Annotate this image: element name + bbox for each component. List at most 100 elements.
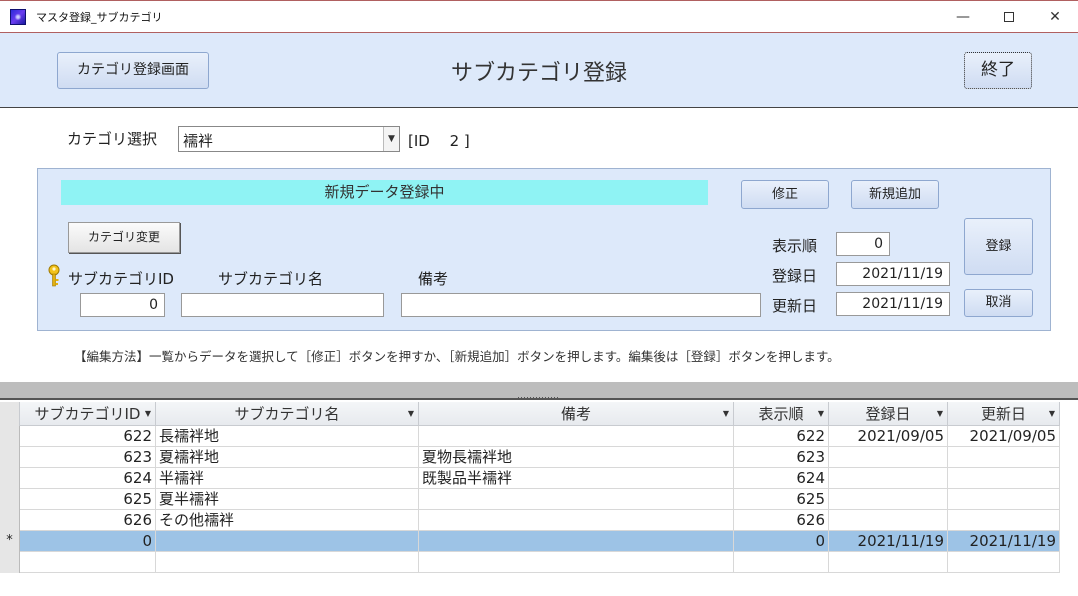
cell-subcategory-name[interactable]: 夏半襦袢 [156,489,419,510]
cell-empty [156,552,419,573]
sort-arrow-icon[interactable]: ▼ [1049,402,1055,426]
cell-update-date[interactable] [948,468,1060,489]
subcategory-datasheet: サブカテゴリID ▼ サブカテゴリ名 ▼ 備考 ▼ 表示順 ▼ 登録日 ▼ 更新日 ▼ 62… [0,402,1078,596]
app-icon [10,9,26,25]
column-header-subcategory-id[interactable]: サブカテゴリID ▼ [20,402,156,426]
page-title: サブカテゴリ登録 [450,61,627,86]
note-field[interactable] [401,293,761,317]
splitter-bar[interactable] [0,382,1078,400]
sort-arrow-icon[interactable]: ▼ [937,402,943,426]
table-row[interactable]: 622 長襦袢地 622 2021/09/05 2021/09/05 [0,426,1060,447]
cell-subcategory-name[interactable]: 長襦袢地 [156,426,419,447]
register-button[interactable]: 登録 [964,218,1033,275]
cell-subcategory-name[interactable]: 半襦袢 [156,468,419,489]
note-label: 備考 [418,270,449,288]
cell-note[interactable] [419,531,734,552]
register-date-field[interactable]: 2021/11/19 [836,262,950,286]
sort-arrow-icon[interactable]: ▼ [145,402,151,426]
cell-register-date[interactable] [829,489,948,510]
table-row-new-record[interactable]: * 0 0 2021/11/19 2021/11/19 [0,531,1060,552]
category-select[interactable]: 襦袢 ▼ [178,126,400,152]
column-header-register-date[interactable]: 登録日 ▼ [829,402,948,426]
category-label: カテゴリ選択 [67,130,158,148]
change-category-button[interactable]: カテゴリ変更 [68,222,180,253]
help-text: 【編集方法】一覧からデータを選択して［修正］ボタンを押すか、［新規追加］ボタンを… [74,349,840,364]
record-selector[interactable] [0,510,20,531]
cell-subcategory-id[interactable]: 625 [20,489,156,510]
column-header-subcategory-name[interactable]: サブカテゴリ名 ▼ [156,402,419,426]
cell-register-date[interactable] [829,510,948,531]
header-band: カテゴリ登録画面 サブカテゴリ登録 終了 [0,32,1078,108]
column-header-note[interactable]: 備考 ▼ [419,402,734,426]
subcategory-id-label: サブカテゴリID [68,270,174,288]
edit-panel: 新規データ登録中 修正 新規追加 カテゴリ変更 サブカテゴリID サブカテゴリ名… [37,168,1051,331]
cell-update-date[interactable] [948,510,1060,531]
cell-subcategory-id[interactable]: 624 [20,468,156,489]
cell-update-date[interactable] [948,489,1060,510]
subcategory-name-field[interactable] [181,293,384,317]
table-row[interactable]: 625 夏半襦袢 625 [0,489,1060,510]
cell-note[interactable]: 夏物長襦袢地 [419,447,734,468]
dropdown-arrow-icon[interactable]: ▼ [383,127,399,151]
table-row[interactable]: 623 夏襦袢地 夏物長襦袢地 623 [0,447,1060,468]
status-banner: 新規データ登録中 [61,180,708,205]
cell-note[interactable] [419,510,734,531]
sort-arrow-icon[interactable]: ▼ [818,402,824,426]
cell-register-date[interactable] [829,468,948,489]
edit-button[interactable]: 修正 [741,180,829,209]
cell-note[interactable] [419,426,734,447]
cell-subcategory-id[interactable]: 622 [20,426,156,447]
sort-arrow-icon[interactable]: ▼ [408,402,414,426]
cell-update-date[interactable]: 2021/09/05 [948,426,1060,447]
end-button[interactable]: 終了 [964,52,1032,89]
cell-empty [419,552,734,573]
table-row-empty [0,552,1060,573]
table-row[interactable]: 624 半襦袢 既製品半襦袢 624 [0,468,1060,489]
datasheet-header: サブカテゴリID ▼ サブカテゴリ名 ▼ 備考 ▼ 表示順 ▼ 登録日 ▼ 更新日 ▼ [0,402,1060,426]
cell-display-order[interactable]: 626 [734,510,829,531]
cell-update-date[interactable]: 2021/11/19 [948,531,1060,552]
column-header-display-order[interactable]: 表示順 ▼ [734,402,829,426]
close-button[interactable]: ✕ [1032,1,1078,33]
sort-arrow-icon[interactable]: ▼ [723,402,729,426]
header-select-all[interactable] [0,402,20,426]
category-select-value: 襦袢 [183,132,214,150]
cell-register-date[interactable]: 2021/11/19 [829,531,948,552]
display-order-field[interactable]: 0 [836,232,890,256]
cell-register-date[interactable] [829,447,948,468]
cell-display-order[interactable]: 625 [734,489,829,510]
cell-subcategory-id[interactable]: 0 [20,531,156,552]
record-selector[interactable] [0,468,20,489]
cell-register-date[interactable]: 2021/09/05 [829,426,948,447]
record-selector[interactable] [0,447,20,468]
table-row[interactable]: 626 その他襦袢 626 [0,510,1060,531]
maximize-button[interactable] [986,1,1032,33]
cell-subcategory-name[interactable]: 夏襦袢地 [156,447,419,468]
update-date-field[interactable]: 2021/11/19 [836,292,950,316]
cell-display-order[interactable]: 0 [734,531,829,552]
cell-subcategory-name[interactable]: その他襦袢 [156,510,419,531]
cell-empty [948,552,1060,573]
minimize-button[interactable]: — [940,1,986,33]
subcategory-id-field[interactable]: 0 [80,293,165,317]
cell-display-order[interactable]: 624 [734,468,829,489]
splitter-grip-icon[interactable] [518,397,558,400]
key-icon [48,264,60,287]
cancel-button[interactable]: 取消 [964,289,1033,317]
cell-note[interactable]: 既製品半襦袢 [419,468,734,489]
maximize-icon [1004,12,1014,22]
cell-update-date[interactable] [948,447,1060,468]
cell-note[interactable] [419,489,734,510]
display-order-label: 表示順 [772,237,818,255]
new-record-icon[interactable]: * [0,531,20,552]
cell-subcategory-name[interactable] [156,531,419,552]
cell-subcategory-id[interactable]: 626 [20,510,156,531]
record-selector[interactable] [0,426,20,447]
new-record-button[interactable]: 新規追加 [851,180,939,209]
cell-subcategory-id[interactable]: 623 [20,447,156,468]
record-selector[interactable] [0,489,20,510]
cell-display-order[interactable]: 622 [734,426,829,447]
column-header-update-date[interactable]: 更新日 ▼ [948,402,1060,426]
cell-display-order[interactable]: 623 [734,447,829,468]
cell-empty [734,552,829,573]
